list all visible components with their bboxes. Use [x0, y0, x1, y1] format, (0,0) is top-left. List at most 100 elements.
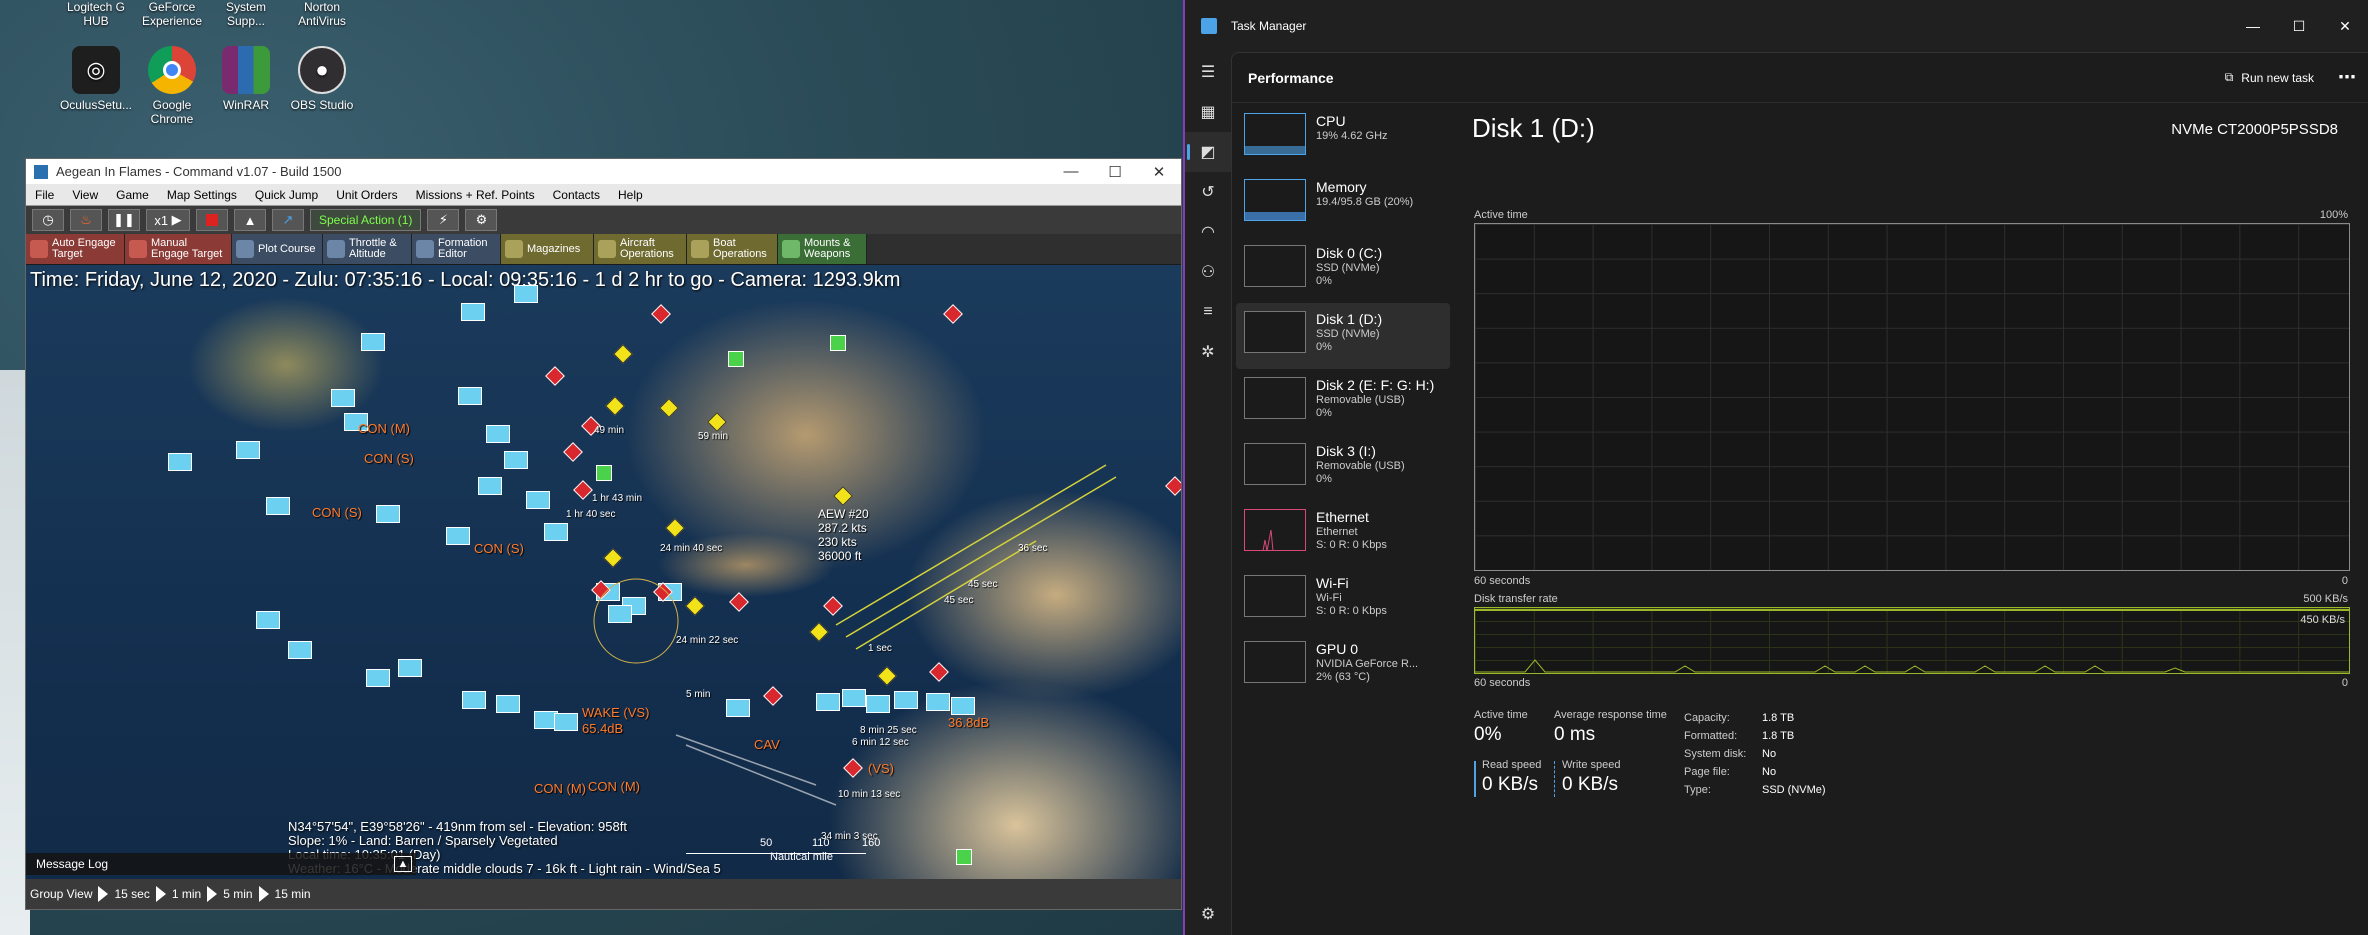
prop-value: 1.8 TB: [1762, 712, 1795, 724]
time-step-15min[interactable]: 15 min: [275, 887, 311, 901]
device-disk3[interactable]: Disk 3 (I:) Removable (USB) 0%: [1236, 435, 1450, 501]
map-label: 65.4dB: [582, 721, 624, 736]
desktop-icon-system-support[interactable]: System Supp...: [206, 0, 286, 28]
scale-label: 110: [812, 837, 830, 849]
game-titlebar[interactable]: Aegean In Flames - Command v1.07 - Build…: [26, 159, 1181, 184]
mounts-weapons-button[interactable]: Mounts & Weapons: [778, 234, 867, 264]
boat-ops-button[interactable]: Boat Operations: [687, 234, 778, 264]
hamburger-icon[interactable]: ☰: [1185, 52, 1231, 92]
device-wifi[interactable]: Wi-Fi Wi-Fi S: 0 R: 0 Kbps: [1236, 567, 1450, 633]
plot-course-button[interactable]: Plot Course: [232, 234, 323, 264]
formation-editor-button[interactable]: Formation Editor: [412, 234, 501, 264]
device-cpu[interactable]: CPU 19% 4.62 GHz: [1236, 105, 1450, 171]
desktop-icon-oculus[interactable]: ◎ OculusSetu...: [56, 46, 136, 112]
device-gpu0[interactable]: GPU 0 NVIDIA GeForce R... 2% (63 °C): [1236, 633, 1450, 699]
menu-view[interactable]: View: [63, 188, 107, 202]
device-name: Disk 3 (I:): [1316, 443, 1376, 459]
throttle-altitude-button[interactable]: Throttle & Altitude: [323, 234, 412, 264]
prop-value: SSD (NVMe): [1762, 784, 1826, 796]
special-action-button[interactable]: Special Action (1): [310, 209, 422, 231]
processes-icon[interactable]: ▦: [1185, 92, 1231, 132]
maximize-button[interactable]: ☐: [2276, 18, 2322, 35]
track-info: AEW #20 287.2 kts 230 kts 36000 ft: [818, 507, 869, 563]
tm-title: Task Manager: [1231, 19, 1307, 33]
run-new-task-button[interactable]: ⧉ Run new task: [2225, 70, 2314, 85]
menu-game[interactable]: Game: [107, 188, 158, 202]
device-disk0[interactable]: Disk 0 (C:) SSD (NVMe) 0%: [1236, 237, 1450, 303]
desktop-icon-chrome[interactable]: Google Chrome: [132, 46, 212, 126]
prop-key: Capacity:: [1684, 712, 1730, 724]
message-log[interactable]: Message Log ▲: [26, 853, 416, 875]
time-step-15sec[interactable]: 15 sec: [114, 887, 149, 901]
lightning-icon[interactable]: ⚡: [427, 209, 460, 231]
minimize-button[interactable]: —: [1049, 163, 1093, 180]
game-window-title: Aegean In Flames - Command v1.07 - Build…: [56, 164, 342, 179]
menu-help[interactable]: Help: [609, 188, 652, 202]
disk-properties: Capacity: 1.8 TB Formatted: 1.8 TB System …: [1684, 709, 1826, 799]
group-view-label[interactable]: Group View: [30, 887, 92, 901]
maximize-button[interactable]: ☐: [1093, 163, 1137, 181]
auto-engage-button[interactable]: Auto Engage Target: [26, 234, 125, 264]
device-name: Disk 1 (D:): [1316, 311, 1383, 327]
menu-unit-orders[interactable]: Unit Orders: [327, 188, 406, 202]
menu-contacts[interactable]: Contacts: [544, 188, 609, 202]
minimize-button[interactable]: —: [2230, 18, 2276, 34]
time-step-5min[interactable]: 5 min: [223, 887, 252, 901]
device-ethernet[interactable]: Ethernet Ethernet S: 0 R: 0 Kbps: [1236, 501, 1450, 567]
stat-label: Average response time: [1554, 709, 1667, 721]
map-time-label: 1 sec: [868, 643, 892, 654]
toolbar-label: Boat Operations: [713, 237, 767, 260]
tm-titlebar[interactable]: Task Manager — ☐ ✕: [1185, 0, 2368, 52]
menu-missions[interactable]: Missions + Ref. Points: [407, 188, 544, 202]
flame-icon[interactable]: ♨: [70, 209, 102, 231]
desktop-icon-norton[interactable]: Norton AntiVirus: [282, 0, 362, 28]
disk-model: NVMe CT2000P5PSSD8: [2171, 121, 2338, 138]
speed-button[interactable]: x1 ▶: [146, 209, 190, 231]
time-step-1min[interactable]: 1 min: [172, 887, 201, 901]
stop-button[interactable]: [196, 209, 228, 231]
map-time-label: 24 min 22 sec: [676, 635, 739, 646]
tactical-map[interactable]: Time: Friday, June 12, 2020 - Zulu: 07:3…: [26, 265, 1181, 879]
users-icon[interactable]: ⚇: [1185, 252, 1231, 292]
performance-icon[interactable]: ◩: [1185, 132, 1231, 172]
map-label: CON (M): [534, 781, 586, 796]
menu-file[interactable]: File: [26, 188, 63, 202]
clock-icon[interactable]: ◷: [32, 209, 64, 231]
chrome-icon: [148, 46, 196, 94]
more-options-icon[interactable]: ⋯: [2338, 67, 2356, 88]
startup-icon[interactable]: ◠: [1185, 212, 1231, 252]
expand-icon[interactable]: ▲: [394, 856, 412, 872]
arrow-icon[interactable]: ↗: [272, 209, 304, 231]
pause-button[interactable]: ❚❚: [108, 209, 140, 231]
manual-engage-button[interactable]: Manual Engage Target: [125, 234, 232, 264]
app-history-icon[interactable]: ↺: [1185, 172, 1231, 212]
prop-value: No: [1762, 766, 1777, 778]
close-button[interactable]: ✕: [2322, 18, 2368, 35]
magazines-button[interactable]: Magazines: [501, 234, 594, 264]
stat-value: 0 KB/s: [1482, 774, 1538, 795]
device-disk1[interactable]: Disk 1 (D:) SSD (NVMe) 0%: [1236, 303, 1450, 369]
vehicle-icon[interactable]: ▲: [234, 209, 266, 231]
menu-quick-jump[interactable]: Quick Jump: [246, 188, 327, 202]
tm-header: Performance ⧉ Run new task ⋯: [1232, 53, 2368, 103]
aircraft-ops-button[interactable]: Aircraft Operations: [594, 234, 687, 264]
device-thumbnail: [1244, 641, 1306, 683]
prop-key: Type:: [1684, 784, 1711, 796]
desktop-icon-obs[interactable]: ● OBS Studio: [282, 46, 362, 112]
device-memory[interactable]: Memory 19.4/95.8 GB (20%): [1236, 171, 1450, 237]
desktop-icon-logitech[interactable]: Logitech G HUB: [56, 0, 136, 28]
device-disk2[interactable]: Disk 2 (E: F: G: H:) Removable (USB) 0%: [1236, 369, 1450, 435]
scale-unit: Nautical mile: [770, 851, 833, 863]
desktop-icon-winrar[interactable]: WinRAR: [206, 46, 286, 112]
menu-map-settings[interactable]: Map Settings: [158, 188, 246, 202]
toolbar-label: Aircraft Operations: [620, 237, 674, 260]
device-name: Disk 2 (E: F: G: H:): [1316, 377, 1435, 393]
services-icon[interactable]: ✲: [1185, 332, 1231, 372]
desktop-icon-geforce[interactable]: GeForce Experience: [132, 0, 212, 28]
gear-icon[interactable]: ⚙: [465, 209, 498, 231]
prop-key: Page file:: [1684, 766, 1730, 778]
graph-time-span: 60 seconds: [1474, 677, 1531, 689]
close-button[interactable]: ✕: [1137, 163, 1181, 181]
details-icon[interactable]: ≡: [1185, 292, 1231, 332]
settings-gear-icon[interactable]: ⚙: [1185, 894, 1231, 934]
